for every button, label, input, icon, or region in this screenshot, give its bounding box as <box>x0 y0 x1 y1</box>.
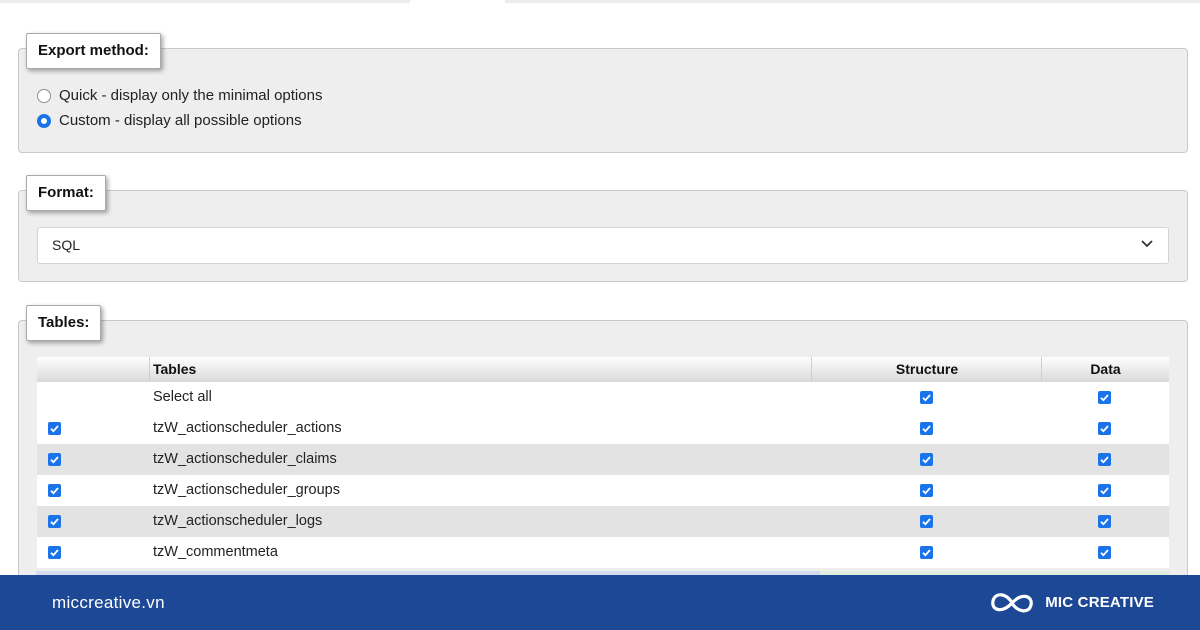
table-name: tzW_commentmeta <box>153 544 278 560</box>
structure-checkbox[interactable] <box>920 453 933 466</box>
check-icon <box>1100 518 1109 526</box>
format-select[interactable]: SQL <box>37 227 1169 264</box>
table-name: tzW_actionscheduler_logs <box>153 513 323 529</box>
structure-checkbox[interactable] <box>920 515 933 528</box>
data-checkbox[interactable] <box>1098 453 1111 466</box>
table-select-checkbox[interactable] <box>48 422 61 435</box>
check-icon <box>1100 456 1109 464</box>
format-section: Format: SQL <box>18 175 1188 282</box>
table-row: tzW_actionscheduler_claims <box>37 444 1169 475</box>
data-checkbox[interactable] <box>1098 515 1111 528</box>
table-name: tzW_actionscheduler_actions <box>153 420 342 436</box>
structure-checkbox[interactable] <box>920 484 933 497</box>
format-select-value: SQL <box>52 237 81 253</box>
export-method-legend: Export method: <box>26 33 161 69</box>
infinity-logo-icon <box>991 592 1033 612</box>
data-checkbox[interactable] <box>1098 484 1111 497</box>
header-structure: Structure <box>895 361 959 377</box>
tables-legend: Tables: <box>26 305 102 341</box>
radio-quick-indicator[interactable] <box>37 88 51 103</box>
data-checkbox[interactable] <box>1098 546 1111 559</box>
header-data: Data <box>1090 361 1121 377</box>
radio-quick[interactable]: Quick - display only the minimal options <box>37 87 322 104</box>
tables-header-row: Tables Structure Data <box>37 357 1169 382</box>
check-icon <box>1100 487 1109 495</box>
top-border <box>0 0 1200 3</box>
radio-custom[interactable]: Custom - display all possible options <box>37 112 302 129</box>
select-all-data-checkbox[interactable] <box>1098 391 1111 404</box>
structure-checkbox[interactable] <box>920 546 933 559</box>
radio-custom-label: Custom - display all possible options <box>59 112 302 129</box>
radio-custom-indicator[interactable] <box>37 113 51 128</box>
check-icon <box>922 549 931 557</box>
header-separator <box>149 357 150 382</box>
footer-banner: miccreative.vn MIC CREATIVE <box>0 575 1200 630</box>
table-select-checkbox[interactable] <box>48 453 61 466</box>
check-icon <box>922 518 931 526</box>
check-icon <box>50 549 59 557</box>
check-icon <box>922 394 931 402</box>
header-tables: Tables <box>153 361 197 377</box>
brand-name: MIC CREATIVE <box>1045 594 1154 611</box>
select-all-structure-checkbox[interactable] <box>920 391 933 404</box>
select-all-label: Select all <box>153 389 212 405</box>
check-icon <box>922 425 931 433</box>
table-select-checkbox[interactable] <box>48 546 61 559</box>
check-icon <box>50 487 59 495</box>
check-icon <box>1100 394 1109 402</box>
table-select-checkbox[interactable] <box>48 484 61 497</box>
check-icon <box>50 425 59 433</box>
brand: MIC CREATIVE <box>987 575 1154 630</box>
check-icon <box>922 456 931 464</box>
table-row: tzW_actionscheduler_logs <box>37 506 1169 537</box>
structure-checkbox[interactable] <box>920 422 933 435</box>
table-row: tzW_commentmeta <box>37 537 1169 568</box>
table-name: tzW_actionscheduler_claims <box>153 451 337 467</box>
footer-url: miccreative.vn <box>52 593 165 612</box>
select-all-row: Select all <box>37 382 1169 413</box>
table-name: tzW_actionscheduler_groups <box>153 482 340 498</box>
table-select-checkbox[interactable] <box>48 515 61 528</box>
table-row: tzW_actionscheduler_actions <box>37 413 1169 444</box>
check-icon <box>1100 549 1109 557</box>
check-icon <box>1100 425 1109 433</box>
check-icon <box>50 518 59 526</box>
table-row: tzW_actionscheduler_groups <box>37 475 1169 506</box>
export-method-section: Export method: Quick - display only the … <box>18 33 1188 153</box>
chevron-down-icon <box>1141 240 1153 248</box>
data-checkbox[interactable] <box>1098 422 1111 435</box>
check-icon <box>50 456 59 464</box>
format-legend: Format: <box>26 175 106 211</box>
check-icon <box>922 487 931 495</box>
radio-quick-label: Quick - display only the minimal options <box>59 87 323 104</box>
